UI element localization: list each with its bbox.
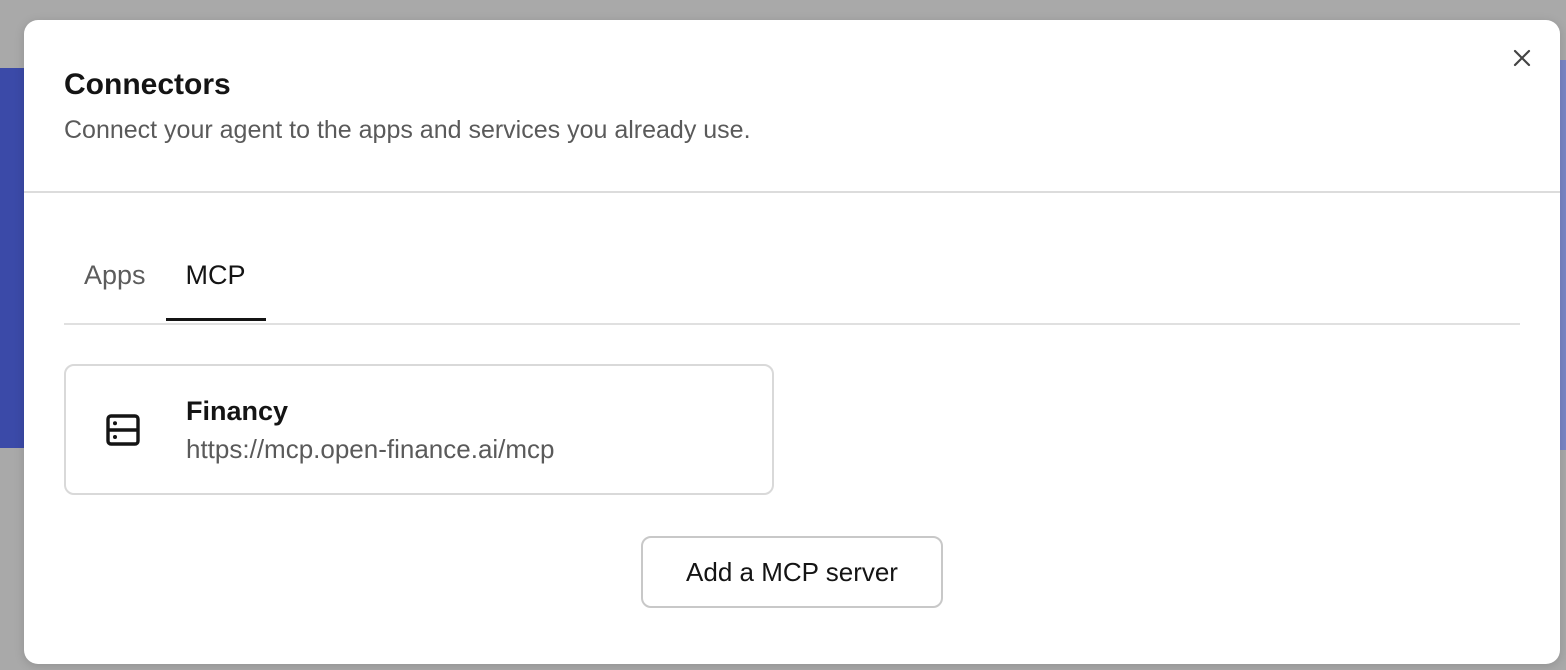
connectors-dialog: Connectors Connect your agent to the app… (24, 20, 1560, 664)
close-icon (1513, 49, 1531, 67)
add-mcp-server-button[interactable]: Add a MCP server (641, 536, 943, 608)
header-divider (24, 191, 1560, 193)
server-icon (104, 411, 142, 449)
server-name: Financy (186, 395, 289, 426)
tab-apps[interactable]: Apps (64, 252, 166, 321)
tab-mcp[interactable]: MCP (165, 252, 266, 321)
mcp-server-card[interactable]: Financy https://mcp.open-finance.ai/mcp (64, 364, 774, 495)
dialog-title: Connectors (64, 68, 231, 101)
close-button[interactable] (1506, 42, 1538, 74)
server-url: https://mcp.open-finance.ai/mcp (186, 433, 555, 464)
dialog-subtitle: Connect your agent to the apps and servi… (64, 116, 751, 144)
dialog-header: Connectors Connect your agent to the app… (64, 66, 1480, 146)
tab-bar: Apps MCP (64, 252, 1520, 325)
server-text: Financy https://mcp.open-finance.ai/mcp (186, 394, 555, 466)
